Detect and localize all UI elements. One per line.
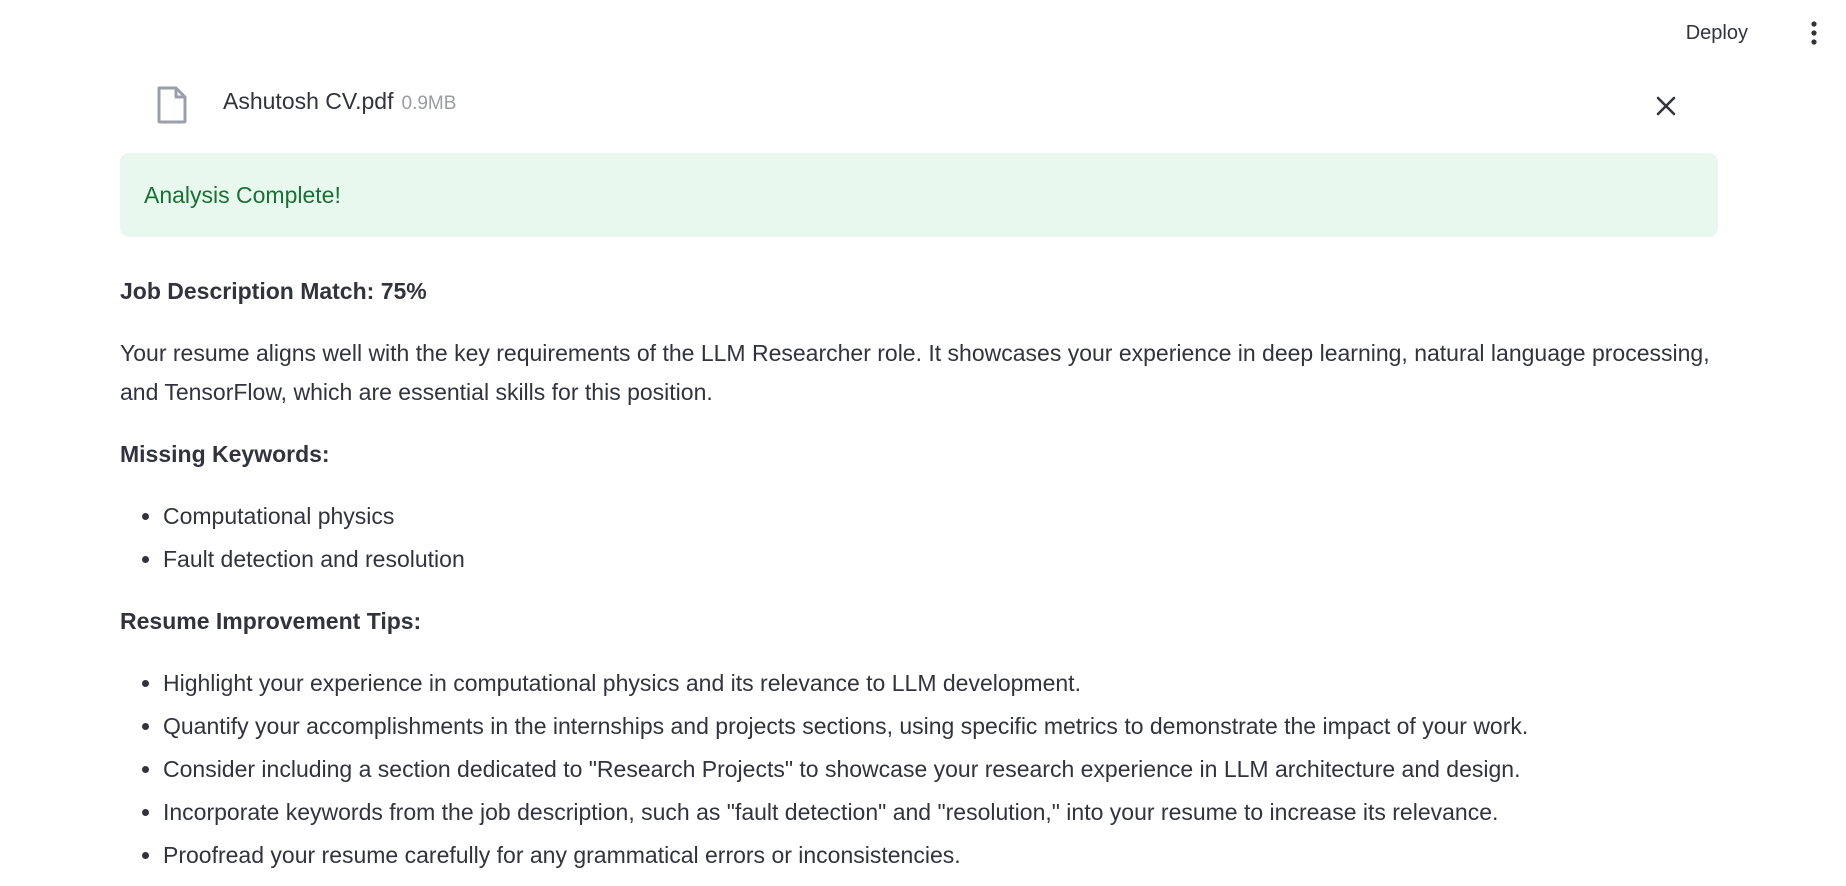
file-info: Ashutosh CV.pdf 0.9MB bbox=[223, 88, 456, 115]
list-item: Quantify your accomplishments in the int… bbox=[163, 707, 1718, 746]
close-icon bbox=[1656, 96, 1676, 116]
missing-keywords-list: Computational physics Fault detection an… bbox=[120, 497, 1718, 579]
deploy-button[interactable]: Deploy bbox=[1682, 20, 1752, 47]
file-icon bbox=[156, 86, 188, 129]
tips-list: Highlight your experience in computation… bbox=[120, 664, 1718, 875]
analysis-results: Job Description Match: 75% Your resume a… bbox=[120, 272, 1718, 879]
list-item: Proofread your resume carefully for any … bbox=[163, 836, 1718, 875]
list-item: Incorporate keywords from the job descri… bbox=[163, 793, 1718, 832]
file-name: Ashutosh CV.pdf bbox=[223, 88, 394, 114]
match-summary: Your resume aligns well with the key req… bbox=[120, 340, 1710, 405]
vertical-dots-icon bbox=[1811, 21, 1817, 45]
tips-heading: Resume Improvement Tips: bbox=[120, 608, 422, 634]
success-alert: Analysis Complete! bbox=[120, 153, 1718, 237]
list-item: Highlight your experience in computation… bbox=[163, 664, 1718, 703]
main-menu-button[interactable] bbox=[1806, 20, 1822, 46]
list-item: Computational physics bbox=[163, 497, 1718, 536]
missing-keywords-heading: Missing Keywords: bbox=[120, 441, 330, 467]
uploaded-file-row: Ashutosh CV.pdf 0.9MB bbox=[120, 66, 1718, 142]
file-size: 0.9MB bbox=[401, 93, 457, 114]
match-heading: Job Description Match: 75% bbox=[120, 278, 427, 304]
remove-file-button[interactable] bbox=[1652, 92, 1680, 120]
top-toolbar: Deploy bbox=[0, 0, 1846, 66]
list-item: Fault detection and resolution bbox=[163, 540, 1718, 579]
list-item: Consider including a section dedicated t… bbox=[163, 750, 1718, 789]
main-content: Ashutosh CV.pdf 0.9MB Analysis Complete! … bbox=[120, 66, 1718, 868]
